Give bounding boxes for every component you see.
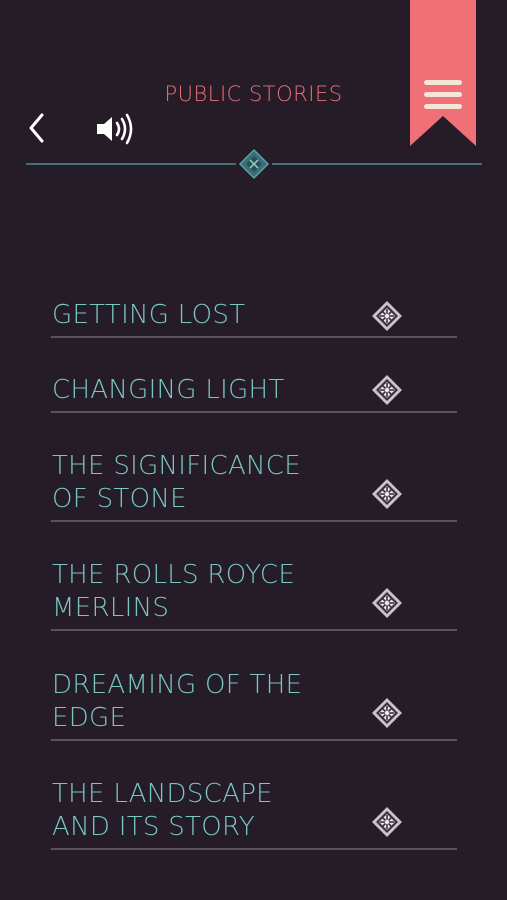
story-item-significance-of-stone[interactable]: THE SIGNIFICANCE OF STONE <box>51 413 457 522</box>
diamond-ornament-icon <box>372 375 402 405</box>
speaker-icon <box>97 113 133 145</box>
story-item-dreaming-of-the-edge[interactable]: DREAMING OF THE EDGE <box>51 631 457 741</box>
diamond-ornament-icon <box>372 588 402 618</box>
diamond-ornament-icon <box>372 698 402 728</box>
back-button[interactable] <box>22 108 56 148</box>
hamburger-menu-icon <box>424 80 462 109</box>
story-item-landscape-and-its-story[interactable]: THE LANDSCAPE AND ITS STORY <box>51 741 457 850</box>
story-title: THE LANDSCAPE AND ITS STORY <box>52 779 273 842</box>
sound-toggle-button[interactable] <box>94 112 136 146</box>
story-title: THE SIGNIFICANCE OF STONE <box>52 451 301 514</box>
story-item-changing-light[interactable]: CHANGING LIGHT <box>51 338 457 413</box>
diamond-ornament-icon <box>372 479 402 509</box>
story-list: GETTING LOST CHANGING LIGHT THE SIGNIFIC… <box>51 285 457 850</box>
chevron-left-icon <box>29 113 44 143</box>
story-title: DREAMING OF THE EDGE <box>52 670 303 733</box>
bookmark-ribbon <box>410 0 476 146</box>
story-item-getting-lost[interactable]: GETTING LOST <box>51 285 457 338</box>
story-title: GETTING LOST <box>52 300 246 330</box>
menu-bookmark-button[interactable] <box>410 0 476 146</box>
diamond-ornament-icon <box>372 807 402 837</box>
header-divider <box>26 146 482 182</box>
public-stories-screen: { "header": { "title": "PUBLIC STORIES",… <box>0 0 507 900</box>
divider-ornament-icon <box>238 148 270 180</box>
story-item-rolls-royce-merlins[interactable]: THE ROLLS ROYCE MERLINS <box>51 522 457 631</box>
story-title: CHANGING LIGHT <box>52 375 285 405</box>
diamond-ornament-icon <box>372 301 402 331</box>
story-title: THE ROLLS ROYCE MERLINS <box>52 560 296 623</box>
